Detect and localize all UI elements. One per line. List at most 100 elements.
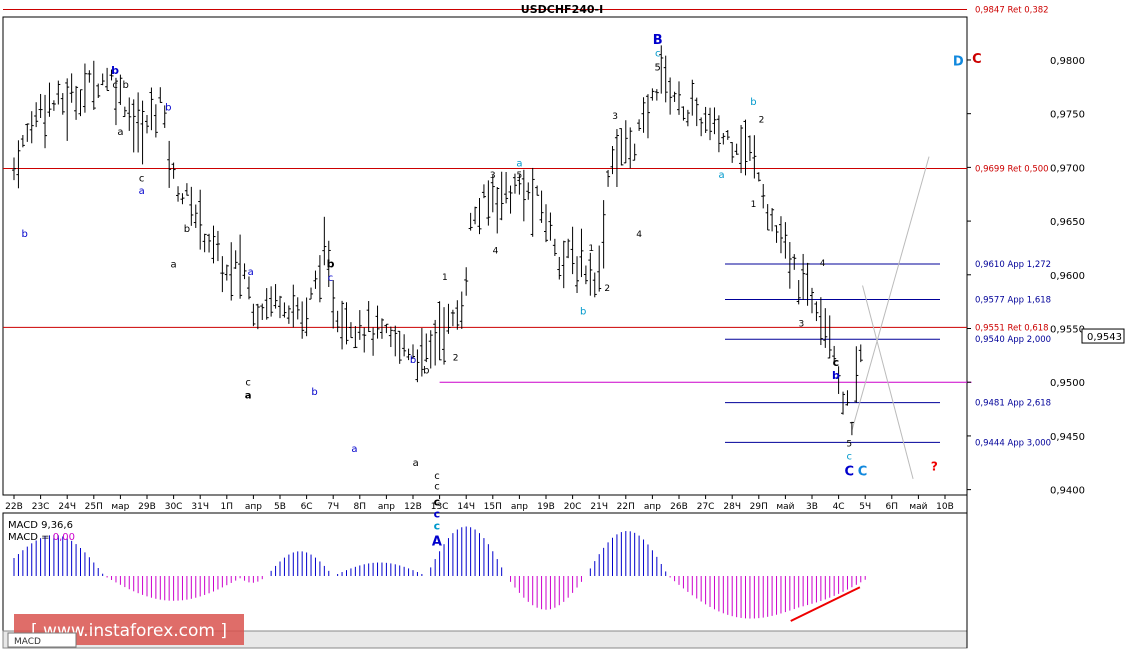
macd-label-prefix: MACD =	[8, 532, 53, 543]
x-tick-label: 8П	[354, 502, 367, 512]
x-tick-label: 25П	[85, 502, 103, 512]
wave-label: C	[858, 465, 868, 480]
x-tick-label: 30С	[165, 502, 183, 512]
wave-label: 2	[604, 284, 610, 294]
macd-label-value: 0,00	[53, 532, 75, 543]
level-label: 0,9540 App 2,000	[975, 335, 1051, 345]
wave-label: b	[832, 369, 840, 382]
x-tick-label: 24Ч	[58, 502, 76, 512]
wave-label: b	[580, 307, 586, 318]
x-tick-label: май	[909, 502, 927, 512]
level-label: 0,9577 App 1,618	[975, 296, 1051, 306]
x-tick-label: 1П	[221, 502, 234, 512]
x-tick-label: 7Ч	[327, 502, 339, 512]
y-tick-label: 0,9650	[1050, 217, 1085, 228]
chart-svg: 0,9847 Ret 0,382 0,9699 Ret 0,500 0,9610 A…	[0, 0, 1125, 663]
x-tick-label: мар	[111, 502, 129, 512]
wave-label: c	[434, 471, 440, 482]
x-tick-label: 28Ч	[723, 502, 741, 512]
wave-label: 1	[751, 200, 757, 210]
wave-label: B	[653, 33, 663, 48]
wave-label: c	[846, 452, 852, 463]
y-tick-label: 0,9600	[1050, 271, 1085, 282]
x-tick-label: 5В	[274, 502, 286, 512]
wave-label: c	[112, 80, 118, 91]
wave-label: b	[165, 102, 171, 113]
y-tick-label: 0,9450	[1050, 432, 1085, 443]
wave-label: D	[953, 54, 964, 69]
wave-label: 1	[442, 273, 448, 283]
macd-label-line2: MACD = 0,00	[8, 532, 75, 543]
wave-label: 1	[588, 244, 594, 254]
x-tick-label: 22В	[5, 502, 23, 512]
wave-label: b	[21, 229, 27, 240]
x-tick-label: 29В	[138, 502, 156, 512]
x-tick-label: апр	[378, 502, 395, 512]
wave-label: b	[327, 257, 335, 270]
x-tick-label: 4С	[833, 502, 845, 512]
wave-label: a	[117, 127, 123, 138]
wave-label: c	[139, 173, 145, 184]
wave-label: b	[111, 64, 119, 77]
x-tick-label: 22П	[617, 502, 635, 512]
x-tick-label: апр	[644, 502, 661, 512]
chart-root: 0,9847 Ret 0,382 0,9699 Ret 0,500 0,9610 A…	[0, 0, 1125, 663]
wave-label: a	[516, 158, 522, 169]
wave-label: c	[434, 482, 440, 493]
x-tick-label: апр	[511, 502, 528, 512]
wave-label: b	[123, 80, 129, 91]
y-tick-label: 0,9750	[1050, 110, 1085, 121]
wave-label: b	[750, 97, 756, 108]
y-tick-label: 0,9500	[1050, 378, 1085, 389]
wave-label: 5	[517, 171, 523, 181]
level-label: 0,9847 Ret 0,382	[975, 5, 1049, 15]
wave-label: 4	[820, 259, 826, 269]
x-tick-label: 26В	[670, 502, 688, 512]
wave-label: C	[972, 52, 982, 67]
x-tick-label: май	[776, 502, 794, 512]
wave-label: 4	[493, 246, 499, 256]
wave-label: 4	[636, 230, 642, 240]
wave-label: b	[184, 224, 190, 235]
level-label: 0,9444 App 3,000	[975, 438, 1051, 448]
x-tick-label: 15П	[484, 502, 502, 512]
wave-label: 2	[759, 115, 765, 125]
wave-label: a	[413, 458, 419, 469]
wave-label: 3	[490, 171, 496, 181]
x-tick-label: 14Ч	[457, 502, 475, 512]
wave-label: 5	[846, 440, 852, 450]
x-tick-label: 13С	[431, 502, 449, 512]
x-tick-label: 5Ч	[859, 502, 871, 512]
current-price-label: 0,9543	[1087, 332, 1122, 343]
wave-label: a	[171, 259, 177, 270]
wave-label: 3	[612, 112, 618, 122]
x-tick-label: 12В	[404, 502, 422, 512]
y-tick-label: 0,9700	[1050, 163, 1085, 174]
wave-label: b	[311, 387, 317, 398]
wave-label: C	[844, 465, 854, 480]
x-tick-label: 20С	[564, 502, 582, 512]
level-label: 0,9551 Ret 0,618	[975, 323, 1049, 333]
tab-macd-label: MACD	[14, 637, 41, 647]
level-label: 0,9699 Ret 0,500	[975, 164, 1049, 174]
x-tick-label: 27С	[697, 502, 715, 512]
level-label: 0,9481 App 2,618	[975, 399, 1051, 409]
wave-label: a	[718, 170, 724, 181]
wave-label: c	[833, 356, 840, 369]
x-tick-label: 6С	[301, 502, 313, 512]
wave-label: a	[139, 186, 145, 197]
wave-label: b	[410, 355, 416, 366]
tab-macd[interactable]: MACD	[7, 632, 77, 648]
level-label: 0,9610 App 1,272	[975, 260, 1051, 270]
macd-label-line1: MACD 9,36,6	[8, 520, 73, 531]
y-tick-label: 0,9400	[1050, 486, 1085, 497]
wave-label: c	[434, 519, 441, 532]
x-tick-label: 3В	[806, 502, 818, 512]
wave-label: b	[423, 366, 429, 377]
y-tick-label: 0,9800	[1050, 56, 1085, 67]
chart-title: USDCHF240-I	[521, 3, 603, 16]
x-tick-label: 6П	[886, 502, 899, 512]
y-tick-label: 0,9550	[1050, 325, 1085, 336]
x-tick-label: 23С	[32, 502, 50, 512]
wave-label: 3	[798, 319, 804, 329]
